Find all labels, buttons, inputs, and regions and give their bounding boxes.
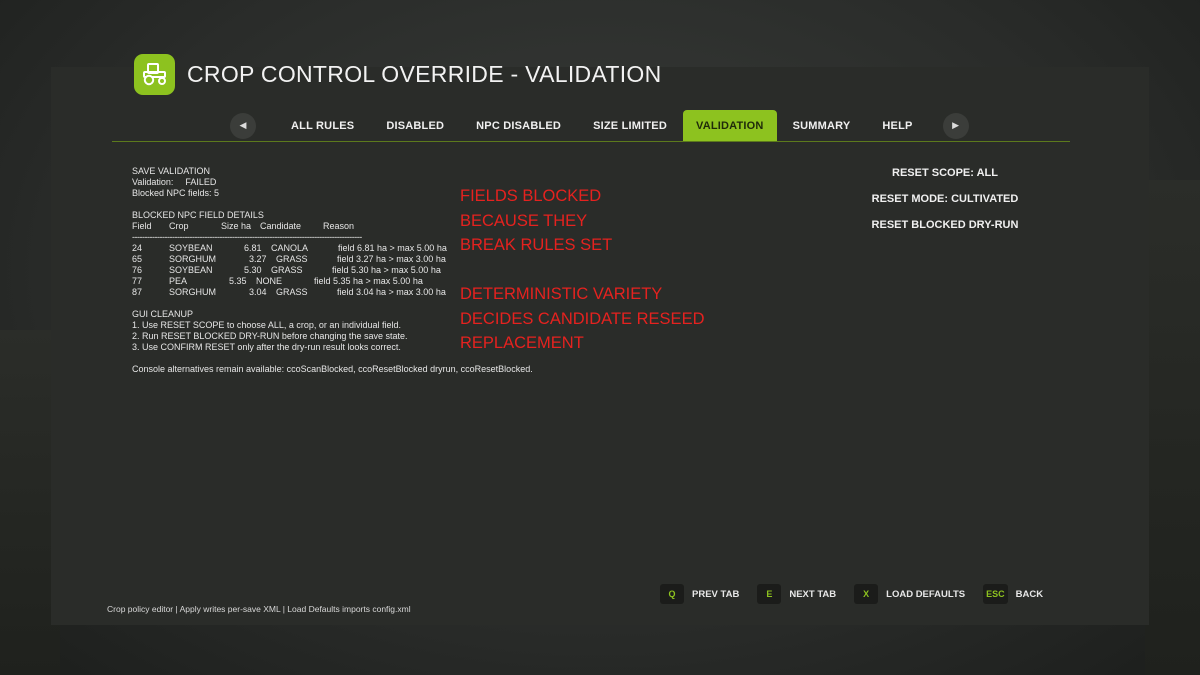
column-header: Candidate xyxy=(260,221,302,231)
tab-validation[interactable]: VALIDATION xyxy=(682,110,777,141)
cell-crop: SORGHUM xyxy=(169,254,216,264)
next-tab-arrow-icon[interactable]: ▶ xyxy=(942,112,969,139)
table-row: 87 SORGHUM 3.04 GRASS field 3.04 ha > ma… xyxy=(132,287,472,298)
cell-size: 5.30 xyxy=(244,265,262,275)
cell-candidate: GRASS xyxy=(271,265,303,275)
annotation-fields-blocked: FIELDS BLOCKED BECAUSE THEY BREAK RULES … xyxy=(460,184,612,258)
table-row: 76 SOYBEAN 5.30 GRASS field 5.30 ha > ma… xyxy=(132,265,472,276)
table-separator: ----------------------------------------… xyxy=(132,232,362,242)
table-row: 65 SORGHUM 3.27 GRASS field 3.27 ha > ma… xyxy=(132,254,472,265)
blocked-count: Blocked NPC fields: 5 xyxy=(132,188,220,198)
cell-reason: field 3.04 ha > max 3.00 ha xyxy=(337,287,446,297)
cell-field: 77 xyxy=(132,276,143,286)
tab-disabled[interactable]: DISABLED xyxy=(370,110,460,141)
reset-mode-button[interactable]: RESET MODE: CULTIVATED xyxy=(860,186,1030,212)
column-header: Field xyxy=(132,221,152,231)
annotation-line: REPLACEMENT xyxy=(460,334,584,352)
tab-npc-disabled[interactable]: NPC DISABLED xyxy=(460,110,577,141)
table-row: 24 SOYBEAN 6.81 CANOLA field 6.81 ha > m… xyxy=(132,243,472,254)
reset-blocked-dry-run-button[interactable]: RESET BLOCKED DRY-RUN xyxy=(860,212,1030,238)
table-row: 77 PEA 5.35 NONE field 5.35 ha > max 5.0… xyxy=(132,276,472,287)
cell-crop: PEA xyxy=(169,276,188,286)
tab-all-rules[interactable]: ALL RULES xyxy=(275,110,370,141)
cell-field: 65 xyxy=(132,254,143,264)
tab-summary[interactable]: SUMMARY xyxy=(777,110,867,141)
page-title: CROP CONTROL OVERRIDE - VALIDATION xyxy=(187,60,662,87)
cell-reason: field 3.27 ha > max 3.00 ha xyxy=(337,254,446,264)
annotation-line: FIELDS BLOCKED xyxy=(460,187,602,205)
validation-value: FAILED xyxy=(185,177,217,187)
column-header: Reason xyxy=(323,221,355,231)
tab-bar: ◀ ALL RULES DISABLED NPC DISABLED SIZE L… xyxy=(230,110,969,141)
annotation-line: DETERMINISTIC VARIETY xyxy=(460,285,663,303)
cell-reason: field 5.30 ha > max 5.00 ha xyxy=(332,265,441,275)
back-hotkey[interactable]: ESC BACK xyxy=(983,584,1043,604)
prev-tab-arrow-icon[interactable]: ◀ xyxy=(230,112,256,139)
annotation-line: BECAUSE THEY xyxy=(460,211,588,230)
cleanup-step: 3. Use CONFIRM RESET only after the dry-… xyxy=(132,342,401,352)
cleanup-title: GUI CLEANUP xyxy=(132,309,194,319)
tractor-icon xyxy=(134,53,175,95)
cell-field: 24 xyxy=(132,243,143,253)
cell-size: 5.35 xyxy=(229,276,247,286)
table-header: Field Crop Size ha Candidate Reason xyxy=(132,221,472,232)
cell-size: 3.27 xyxy=(249,254,267,264)
tab-underline xyxy=(112,141,1070,142)
validation-label: Validation: xyxy=(132,177,174,187)
key-e: E xyxy=(757,584,782,604)
console-note: Console alternatives remain available: c… xyxy=(132,364,533,374)
cell-size: 6.81 xyxy=(244,243,262,253)
cell-reason: field 5.35 ha > max 5.00 ha xyxy=(314,276,423,286)
cell-field: 87 xyxy=(132,287,143,297)
cell-candidate: GRASS xyxy=(276,287,308,297)
load-defaults-hotkey[interactable]: X LOAD DEFAULTS xyxy=(854,584,965,604)
cleanup-step: 2. Run RESET BLOCKED DRY-RUN before chan… xyxy=(132,331,408,341)
background-field-right xyxy=(1145,180,1200,675)
key-q: Q xyxy=(660,584,684,604)
key-esc: ESC xyxy=(983,584,1008,604)
column-header: Size ha xyxy=(221,221,252,231)
cell-crop: SORGHUM xyxy=(169,287,216,297)
tab-help[interactable]: HELP xyxy=(866,110,928,141)
validation-status: Validation: FAILED xyxy=(132,177,472,188)
hotkey-label: NEXT TAB xyxy=(789,588,837,600)
cell-crop: SOYBEAN xyxy=(169,243,213,253)
prev-tab-hotkey[interactable]: Q PREV TAB xyxy=(660,584,739,604)
column-header: Crop xyxy=(169,221,189,231)
next-tab-hotkey[interactable]: E NEXT TAB xyxy=(757,584,836,604)
details-title: BLOCKED NPC FIELD DETAILS xyxy=(132,210,264,220)
hotkey-label: LOAD DEFAULTS xyxy=(886,588,966,600)
validation-report: SAVE VALIDATION Validation: FAILED Block… xyxy=(132,166,533,375)
page-header: CROP CONTROL OVERRIDE - VALIDATION xyxy=(134,53,662,95)
footer-note: Crop policy editor | Apply writes per-sa… xyxy=(107,604,411,614)
reset-scope-button[interactable]: RESET SCOPE: ALL xyxy=(860,160,1030,186)
report-section-title: SAVE VALIDATION xyxy=(132,166,211,176)
tab-size-limited[interactable]: SIZE LIMITED xyxy=(577,110,683,141)
cell-field: 76 xyxy=(132,265,143,275)
cell-candidate: GRASS xyxy=(276,254,308,264)
cell-reason: field 6.81 ha > max 5.00 ha xyxy=(338,243,447,253)
annotation-line: DECIDES CANDIDATE RESEED xyxy=(460,309,705,328)
key-x: X xyxy=(854,584,879,604)
cell-candidate: CANOLA xyxy=(271,243,309,253)
hotkey-label: PREV TAB xyxy=(692,588,740,600)
cell-size: 3.04 xyxy=(249,287,267,297)
cleanup-step: 1. Use RESET SCOPE to choose ALL, a crop… xyxy=(132,320,401,330)
action-list: RESET SCOPE: ALL RESET MODE: CULTIVATED … xyxy=(860,160,1030,238)
annotation-line: BREAK RULES SET xyxy=(460,236,613,254)
hotkey-bar: Q PREV TAB E NEXT TAB X LOAD DEFAULTS ES… xyxy=(660,584,1061,604)
cell-candidate: NONE xyxy=(256,276,283,286)
hotkey-label: BACK xyxy=(1015,588,1044,600)
annotation-deterministic-variety: DETERMINISTIC VARIETY DECIDES CANDIDATE … xyxy=(460,282,705,356)
cell-crop: SOYBEAN xyxy=(169,265,213,275)
